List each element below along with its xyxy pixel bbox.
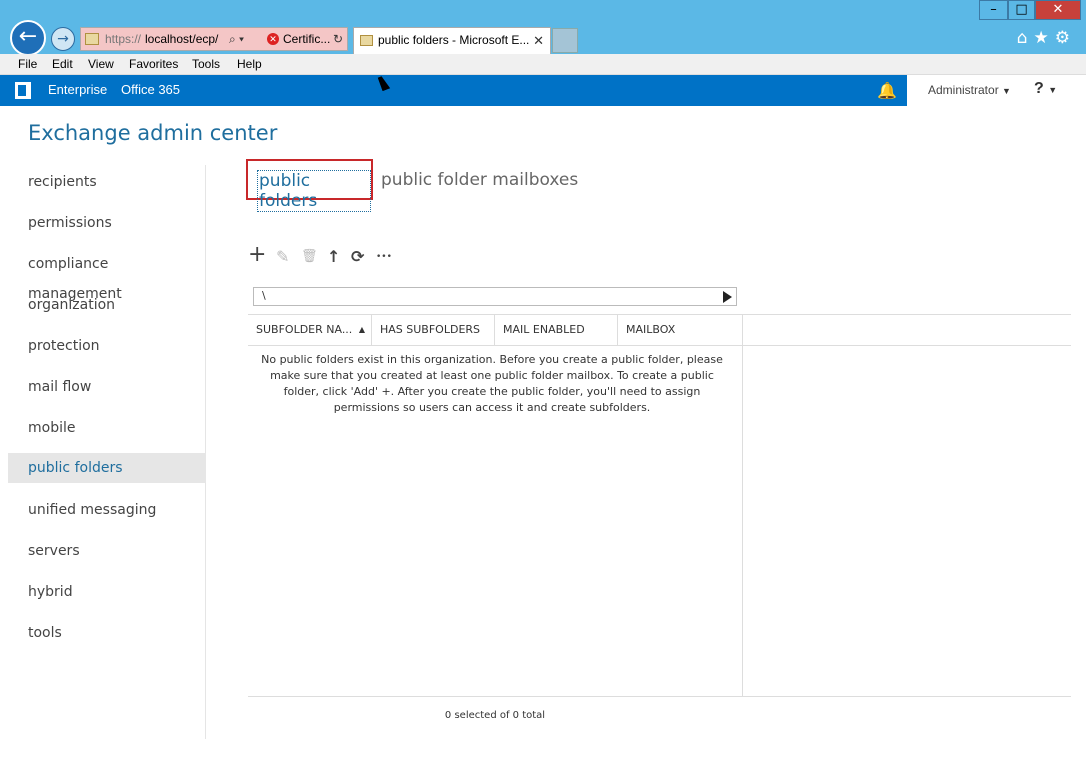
selection-status: 0 selected of 0 total [444,710,546,721]
minimize-button[interactable]: – [979,0,1008,20]
empty-list-message: No public folders exist in this organiza… [261,353,723,414]
grid-header-border [248,345,1071,346]
nav-item-organization[interactable]: organization [8,290,206,320]
nav-item-permissions[interactable]: permissions [8,208,206,238]
tab-public-folders-label: public folders [257,170,371,212]
tab-close-icon[interactable]: ✕ [533,28,544,53]
menu-favorites[interactable]: Favorites [129,57,178,71]
nav-item-compliance-management[interactable]: compliance management [8,249,206,302]
menu-bar: File Edit View Favorites Tools Help [0,54,1086,75]
nav-item-tools[interactable]: tools [8,618,206,648]
column-header-mail-enabled[interactable]: MAIL ENABLED [495,315,618,345]
address-protocol: https:// [105,32,142,46]
enterprise-link[interactable]: Enterprise [48,82,107,97]
nav-item-recipients[interactable]: recipients [8,167,206,197]
nav-item-unified-messaging[interactable]: unified messaging [8,495,206,525]
move-up-icon[interactable]: ↑ [327,247,340,266]
tab-public-folders[interactable]: public folders [246,159,373,212]
column-header-has-subfolders[interactable]: HAS SUBFOLDERS [372,315,495,345]
help-icon: ? [1034,80,1044,97]
forward-button[interactable]: → [51,27,75,51]
refresh-icon[interactable]: ↻ [333,28,343,50]
help-menu[interactable]: ? ▼ [1034,80,1057,98]
user-name: Administrator [928,83,999,97]
delete-icon[interactable]: 🗑 [301,249,318,264]
office365-navbar: Enterprise Office 365 🔔 Administrator ▼ … [0,75,1086,106]
page-title: Exchange admin center [28,121,278,145]
browser-tab-public-folders[interactable]: public folders - Microsoft E... ✕ [353,27,551,54]
column-label: SUBFOLDER NA... [256,323,353,336]
nav-item-public-folders[interactable]: public folders [8,453,206,483]
nav-item-hybrid[interactable]: hybrid [8,577,206,607]
user-menu[interactable]: Administrator ▼ [928,83,1011,97]
nav-item-mail-flow[interactable]: mail flow [8,372,206,402]
address-bar[interactable]: https:// localhost/ecp/ ⌕ ▾ ✕ Certific..… [80,27,348,51]
go-arrow-icon[interactable] [723,291,732,303]
grid-bottom-border [248,696,1071,697]
sort-ascending-icon: ▲ [358,325,365,334]
tab-public-folder-mailboxes[interactable]: public folder mailboxes [381,170,578,190]
nav-item-protection[interactable]: protection [8,331,206,361]
folder-path-value: \ [262,289,266,302]
certificate-error-icon[interactable]: ✕ [267,33,279,45]
menu-view[interactable]: View [88,57,114,71]
maximize-button[interactable]: □ [1008,0,1035,20]
menu-file[interactable]: File [18,57,37,71]
left-navigation: recipients permissions compliance manage… [8,165,206,739]
search-dropdown-icon[interactable]: ⌕ ▾ [229,28,244,50]
more-options-icon[interactable]: ••• [376,252,392,262]
office365-link[interactable]: Office 365 [121,82,180,97]
chevron-down-icon: ▼ [1002,86,1011,96]
back-button[interactable]: ← [10,20,46,56]
office-logo-icon[interactable] [15,82,31,99]
menu-tools[interactable]: Tools [192,57,220,71]
user-area: Administrator ▼ ? ▼ [907,75,1086,106]
folder-path-input[interactable]: \ [253,287,737,306]
nav-item-servers[interactable]: servers [8,536,206,566]
add-icon[interactable]: + [248,242,266,267]
site-favicon-icon [85,33,99,45]
details-pane-divider [742,315,743,696]
tab-favicon-icon [360,35,373,46]
column-header-subfolder-name[interactable]: SUBFOLDER NA... ▲ [248,315,372,345]
window-close-button[interactable]: ✕ [1035,0,1081,20]
address-host: localhost/ecp/ [145,32,219,46]
edit-icon[interactable]: ✎ [276,247,289,266]
refresh-icon[interactable]: ⟳ [351,247,364,266]
menu-help[interactable]: Help [237,57,262,71]
home-favorites-settings-icon[interactable]: ⌂★⚙ [1017,28,1076,48]
notification-bell-icon[interactable]: 🔔 [877,81,897,101]
menu-edit[interactable]: Edit [52,57,73,71]
browser-titlebar: ← → https:// localhost/ecp/ ⌕ ▾ ✕ Certif… [0,0,1086,56]
nav-item-mobile[interactable]: mobile [8,413,206,443]
tab-title: public folders - Microsoft E... [378,33,530,47]
column-header-mailbox[interactable]: MAILBOX [618,315,742,345]
certificate-error-label[interactable]: Certific... [283,28,330,50]
new-tab-button[interactable] [552,28,578,53]
chevron-down-icon: ▼ [1048,85,1058,95]
